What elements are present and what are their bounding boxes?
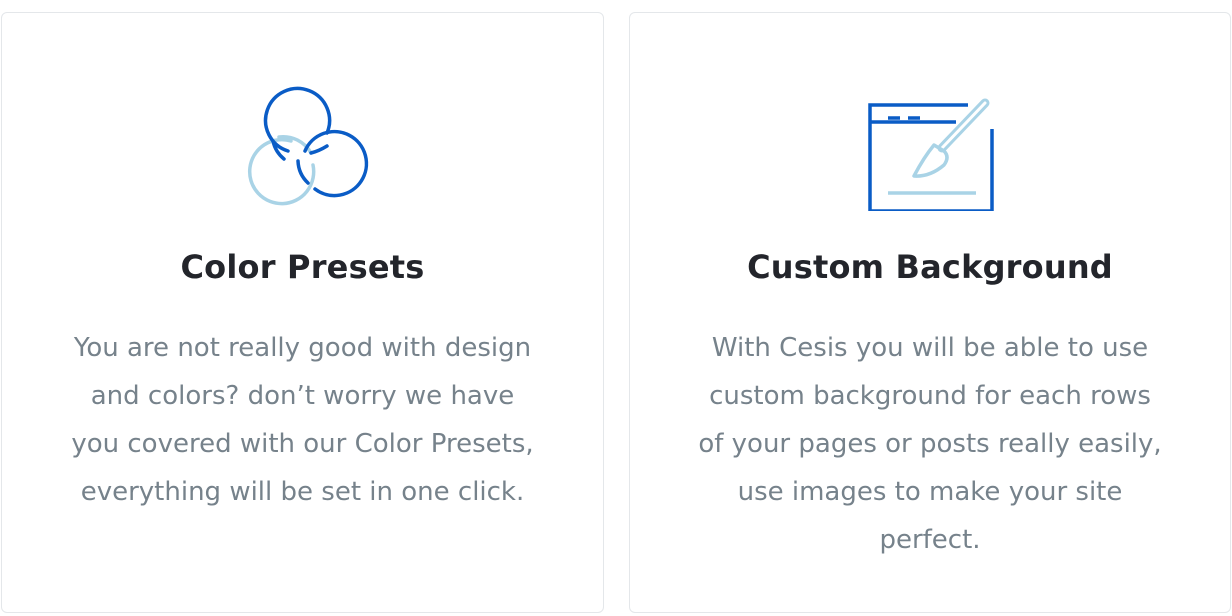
description-line: of your pages or posts really easily, — [698, 429, 1162, 459]
feature-card-custom-background: Custom Background With Cesis you will be… — [629, 12, 1231, 613]
description-line: custom background for each rows — [709, 381, 1151, 411]
card-title: Custom Background — [747, 248, 1113, 286]
card-description: You are not really good with design and … — [43, 324, 563, 516]
description-line: and colors? don’t worry we have — [90, 381, 515, 411]
description-line: perfect. — [879, 525, 981, 555]
description-line: you covered with our Color Presets, — [71, 429, 534, 459]
card-title: Color Presets — [180, 248, 425, 286]
description-line: With Cesis you will be able to use — [711, 333, 1149, 363]
color-presets-circles-icon — [233, 81, 373, 211]
card-description: With Cesis you will be able to use custo… — [670, 324, 1190, 564]
browser-paintbrush-icon — [860, 81, 1000, 211]
feature-card-color-presets: Color Presets You are not really good wi… — [1, 12, 604, 613]
description-line: You are not really good with design — [73, 333, 532, 363]
description-line: use images to make your site — [737, 477, 1123, 507]
description-line: everything will be set in one click. — [80, 477, 525, 507]
